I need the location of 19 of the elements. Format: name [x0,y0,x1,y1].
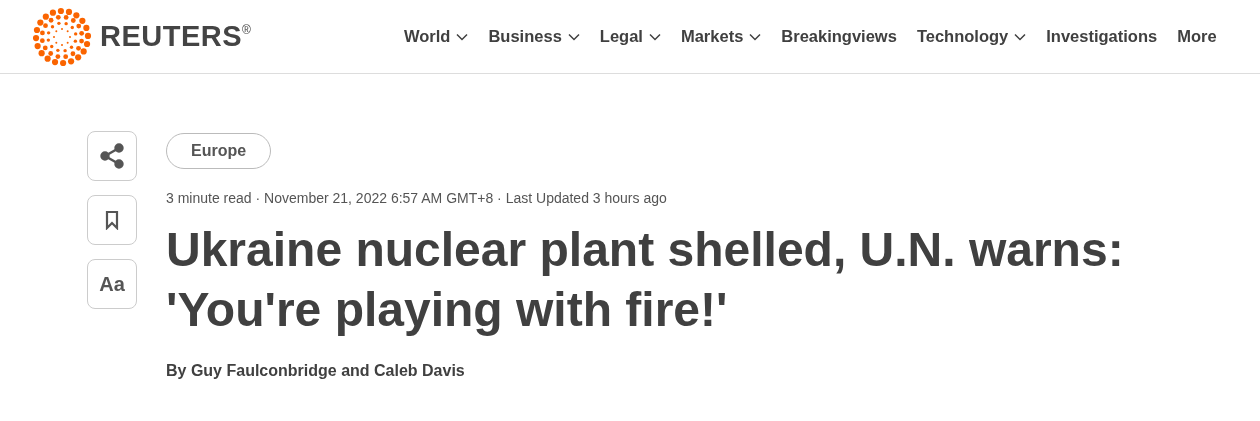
nav-link[interactable]: World [404,27,469,46]
text-size-button[interactable]: Aa [87,259,137,309]
nav-link[interactable]: Investigations [1046,27,1158,46]
logo-icon [32,6,92,67]
logo-wordmark[interactable]: REUTERS$^{®}$ [100,20,252,53]
nav-link[interactable]: Legal [599,27,661,46]
nav-link[interactable]: Business [488,27,580,46]
byline: By Guy Faulconbridge and Caleb Davis [166,362,465,380]
nav-link[interactable]: Technology [916,27,1027,46]
headline-line: 'You're playing with fire!' [166,282,728,338]
article-meta: 3 minute read · November 21, 2022 6:57 AM GMT+8 · Last Updated 3 hours ago [166,190,667,206]
share-button[interactable] [87,131,137,181]
nav-link[interactable]: Breakingviews [781,27,897,46]
bookmark-button[interactable] [87,195,137,245]
bookmark-icon [104,210,120,230]
nav-link[interactable]: Markets [680,27,762,46]
share-icon [99,143,125,169]
nav-link[interactable]: More [1177,27,1217,46]
headline-line: Ukraine nuclear plant shelled, U.N. warns: [166,222,1124,278]
